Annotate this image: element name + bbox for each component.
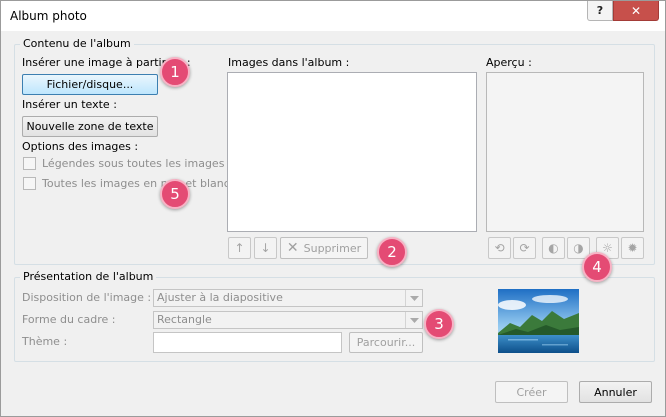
brightness-decrease-button[interactable]: ✹	[621, 237, 644, 259]
black-white-option-label: Toutes les images en noir et blanc	[42, 177, 230, 190]
arrow-down-icon: ↓	[260, 241, 271, 255]
close-button[interactable]: ✕	[613, 1, 659, 21]
layout-preview-image	[498, 289, 579, 353]
callout-badge-5: 5	[160, 179, 190, 209]
cancel-button[interactable]: Annuler	[579, 381, 652, 403]
captions-option-label: Légendes sous toutes les images	[42, 157, 225, 170]
chevron-down-icon	[405, 290, 422, 306]
rotate-right-button[interactable]: ⟳	[513, 237, 536, 259]
callout-badge-3: 3	[424, 309, 454, 339]
callout-badge-2: 2	[377, 237, 407, 267]
contrast-decrease-icon: ◑	[573, 241, 584, 255]
black-white-checkbox[interactable]	[23, 177, 36, 190]
contrast-increase-button[interactable]: ◐	[542, 237, 565, 259]
album-content-group-label: Contenu de l'album	[20, 37, 134, 50]
rotate-left-icon: ⟲	[494, 241, 505, 255]
arrow-up-icon: ↑	[234, 241, 245, 255]
frame-shape-select[interactable]: Rectangle	[153, 311, 423, 329]
images-in-album-list[interactable]	[227, 72, 477, 232]
new-textbox-button[interactable]: Nouvelle zone de texte	[22, 116, 158, 137]
title-bar: Album photo ? ✕	[1, 1, 665, 31]
theme-label: Thème :	[22, 335, 68, 348]
album-layout-group-label: Présentation de l'album	[20, 270, 157, 283]
file-disk-button[interactable]: Fichier/disque...	[22, 74, 158, 95]
delete-x-icon: ✕	[286, 240, 299, 256]
theme-field[interactable]	[153, 332, 342, 353]
window-title: Album photo	[10, 9, 87, 23]
image-options-label: Options des images :	[22, 140, 139, 153]
create-button[interactable]: Créer	[495, 381, 568, 403]
move-up-button[interactable]: ↑	[228, 237, 251, 259]
album-photo-dialog: Album photo ? ✕ Contenu de l'album Insér…	[0, 0, 666, 417]
brightness-decrease-icon: ✹	[627, 241, 638, 255]
captions-checkbox[interactable]	[23, 157, 36, 170]
preview-label: Aperçu :	[486, 56, 532, 69]
callout-badge-4: 4	[582, 252, 612, 282]
delete-button-label: Supprimer	[303, 241, 362, 255]
rotate-left-button[interactable]: ⟲	[488, 237, 511, 259]
move-down-button[interactable]: ↓	[254, 237, 277, 259]
browse-button[interactable]: Parcourir...	[349, 332, 423, 353]
chevron-down-icon	[405, 312, 422, 328]
delete-button[interactable]: ✕ Supprimer	[280, 237, 368, 259]
picture-layout-select[interactable]: Ajuster à la diapositive	[153, 289, 423, 307]
rotate-right-icon: ⟳	[519, 241, 530, 255]
insert-text-label: Insérer un texte :	[22, 98, 117, 111]
picture-layout-value: Ajuster à la diapositive	[157, 291, 283, 304]
images-in-album-label: Images dans l'album :	[228, 56, 350, 69]
picture-layout-label: Disposition de l'image :	[22, 291, 152, 304]
frame-shape-value: Rectangle	[157, 313, 212, 326]
callout-badge-1: 1	[160, 57, 190, 87]
help-button[interactable]: ?	[587, 1, 613, 21]
preview-pane	[486, 72, 644, 232]
frame-shape-label: Forme du cadre :	[22, 313, 116, 326]
contrast-increase-icon: ◐	[548, 241, 559, 255]
